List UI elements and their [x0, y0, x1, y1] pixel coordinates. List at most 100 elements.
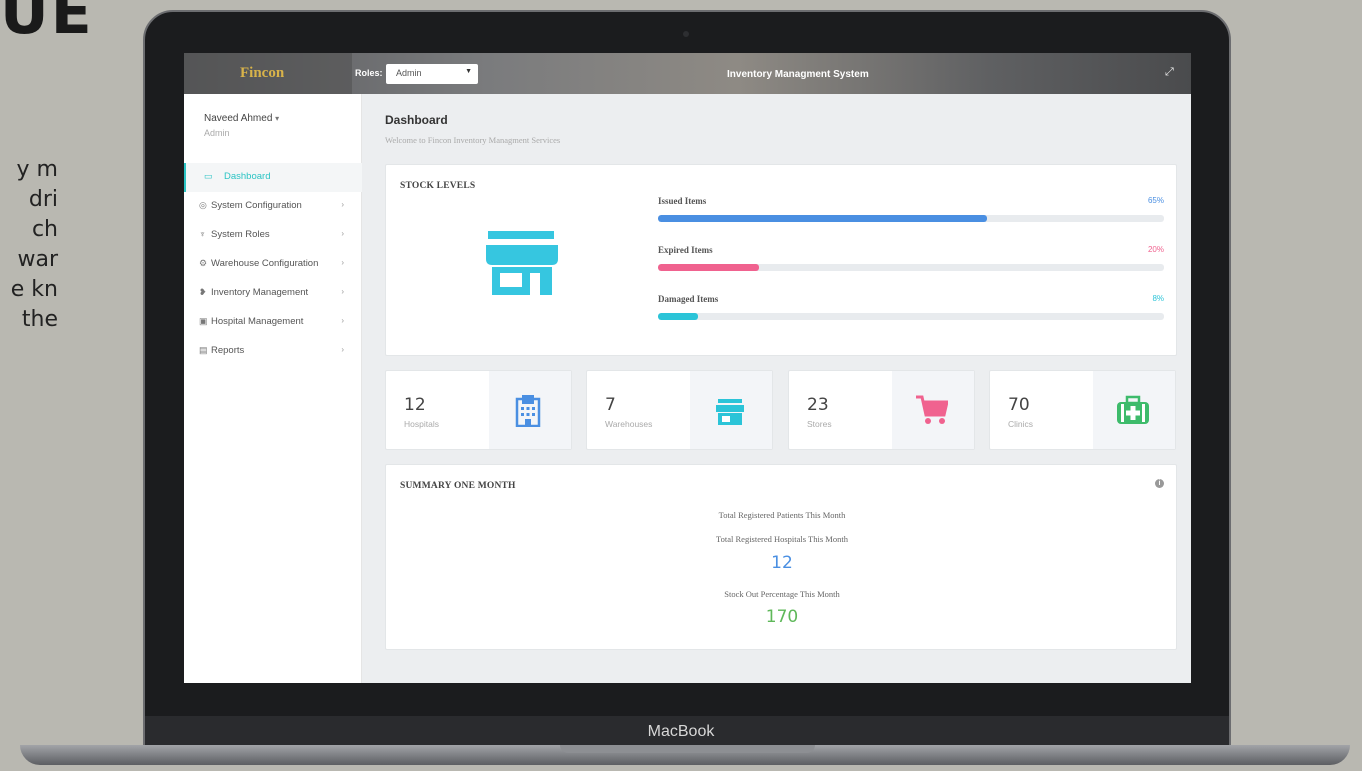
stat-icon-box — [1093, 371, 1175, 449]
store-icon — [486, 231, 558, 295]
page-subtitle: Welcome to Fincon Inventory Managment Se… — [385, 135, 561, 145]
bar-fill — [658, 313, 699, 320]
summary-hospitals-label: Total Registered Hospitals This Month — [716, 534, 848, 544]
stat-icon-box — [690, 371, 772, 449]
sidebar-item-system-roles[interactable]: ♆ System Roles › — [184, 221, 362, 250]
stock-levels-card: STOCK LEVELS Issued Items 65% Expired It… — [385, 164, 1177, 356]
slide-text-line: ch — [31, 217, 58, 242]
stat-label: Clinics — [1008, 419, 1034, 429]
stat-icon-box — [489, 371, 571, 449]
monitor-icon: ▭ — [204, 171, 213, 181]
inventory-icon: ❥ — [199, 287, 207, 297]
slide-text-line: dri — [28, 187, 58, 212]
bar-track — [658, 264, 1164, 271]
sidebar-item-inventory-management[interactable]: ❥ Inventory Management › — [184, 279, 362, 308]
sidebar-item-hospital-management[interactable]: ▣ Hospital Management › — [184, 308, 362, 337]
slide-text: y m dri ch war e kn the — [0, 155, 70, 335]
user-role: Admin — [204, 128, 230, 138]
expand-icon[interactable]: ⤢ — [1165, 65, 1179, 79]
bar-fill — [658, 215, 987, 222]
stat-number: 12 — [404, 395, 426, 415]
info-icon[interactable]: i — [1155, 479, 1164, 488]
summary-stockout-value: 170 — [765, 607, 799, 627]
logo-area[interactable]: Fincon — [184, 53, 352, 94]
sidebar-menu: ▭ Dashboard ◎ System Configuration › ♆ Syste… — [184, 163, 362, 366]
card-title: STOCK LEVELS — [400, 181, 476, 191]
sidebar-item-dashboard[interactable]: ▭ Dashboard — [184, 163, 362, 192]
slide-text-line: the — [21, 307, 58, 332]
card-title: SUMMARY ONE MONTH — [400, 481, 516, 491]
user-name: Naveed Ahmed — [204, 113, 273, 124]
sidebar-item-warehouse-configuration[interactable]: ⚙ Warehouse Configuration › — [184, 250, 362, 279]
sidebar-item-label: Hospital Management — [211, 316, 304, 327]
summary-hospitals-value: 12 — [771, 553, 793, 573]
stock-bar-issued: Issued Items 65% — [658, 196, 1164, 222]
logo[interactable]: Fincon — [240, 65, 284, 82]
sidebar-item-label: Inventory Management — [211, 287, 309, 298]
pin-icon: ♆ — [199, 229, 206, 239]
store-icon — [716, 399, 744, 425]
stock-bar-damaged: Damaged Items 8% — [658, 294, 1164, 320]
slide-text-line: e kn — [10, 277, 58, 302]
stat-label: Warehouses — [605, 419, 653, 429]
laptop-brand: MacBook — [647, 723, 715, 740]
summary-card: SUMMARY ONE MONTH i Total Registered Pat… — [385, 464, 1177, 650]
app-screen: Fincon Roles: Admin ▼ Inventory Managmen… — [184, 53, 1191, 683]
chevron-right-icon: › — [341, 229, 344, 238]
bar-track — [658, 313, 1164, 320]
caret-down-icon: ▼ — [465, 68, 472, 75]
stat-card-stores[interactable]: 23 Stores — [788, 370, 975, 450]
stat-label: Stores — [807, 419, 832, 429]
sidebar-item-label: Warehouse Configuration — [211, 258, 319, 269]
summary-stockout-label: Stock Out Percentage This Month — [724, 589, 840, 599]
sidebar-item-system-configuration[interactable]: ◎ System Configuration › — [184, 192, 362, 221]
sidebar: Naveed Ahmed ▾ Admin ▭ Dashboard ◎ System … — [184, 94, 362, 683]
hospital-icon: ▣ — [199, 316, 208, 326]
cart-icon — [916, 395, 948, 424]
stock-bar-expired: Expired Items 20% — [658, 245, 1164, 271]
caret-down-icon: ▾ — [275, 114, 280, 123]
user-menu[interactable]: Naveed Ahmed ▾ — [204, 113, 279, 124]
sidebar-item-label: Reports — [211, 345, 245, 356]
chevron-right-icon: › — [341, 287, 344, 296]
stat-number: 23 — [807, 395, 829, 415]
stat-number: 70 — [1008, 395, 1030, 415]
roles-label: Roles: — [355, 68, 383, 78]
slide-text-line: war — [17, 247, 58, 272]
chevron-right-icon: › — [341, 258, 344, 267]
bar-percent: 8% — [1152, 294, 1164, 303]
sidebar-item-label: System Roles — [211, 229, 270, 240]
slide-heading: UE — [0, 0, 94, 48]
hospital-building-icon — [515, 395, 541, 427]
roles-select[interactable]: Admin ▼ — [386, 64, 478, 84]
stat-card-hospitals[interactable]: 12 Hospitals — [385, 370, 572, 450]
stat-card-clinics[interactable]: 70 Clinics — [989, 370, 1176, 450]
camera — [683, 31, 689, 37]
medkit-icon — [1117, 395, 1149, 424]
sidebar-item-reports[interactable]: ▤ Reports › — [184, 337, 362, 366]
sidebar-item-label: System Configuration — [211, 200, 302, 211]
stat-number: 7 — [605, 395, 616, 415]
stat-card-warehouses[interactable]: 7 Warehouses — [586, 370, 773, 450]
stat-icon-box — [892, 371, 974, 449]
laptop-notch — [560, 745, 815, 753]
gear-icon: ⚙ — [199, 258, 208, 268]
report-icon: ▤ — [199, 345, 208, 355]
stat-label: Hospitals — [404, 419, 439, 429]
bar-fill — [658, 264, 760, 271]
summary-patients-label: Total Registered Patients This Month — [718, 510, 846, 520]
slide-text-line: y m — [16, 157, 58, 182]
page-title: Dashboard — [385, 113, 448, 127]
app-title: Inventory Managment System — [727, 69, 869, 80]
bar-percent: 20% — [1147, 245, 1164, 254]
chevron-right-icon: › — [341, 345, 344, 354]
bar-label: Issued Items — [658, 196, 707, 206]
globe-icon: ◎ — [199, 200, 207, 210]
bar-track — [658, 215, 1164, 222]
bar-percent: 65% — [1147, 196, 1164, 205]
chevron-right-icon: › — [341, 200, 344, 209]
roles-value: Admin — [396, 68, 422, 78]
chevron-right-icon: › — [341, 316, 344, 325]
sidebar-item-label: Dashboard — [224, 171, 271, 182]
bar-label: Expired Items — [658, 245, 713, 255]
